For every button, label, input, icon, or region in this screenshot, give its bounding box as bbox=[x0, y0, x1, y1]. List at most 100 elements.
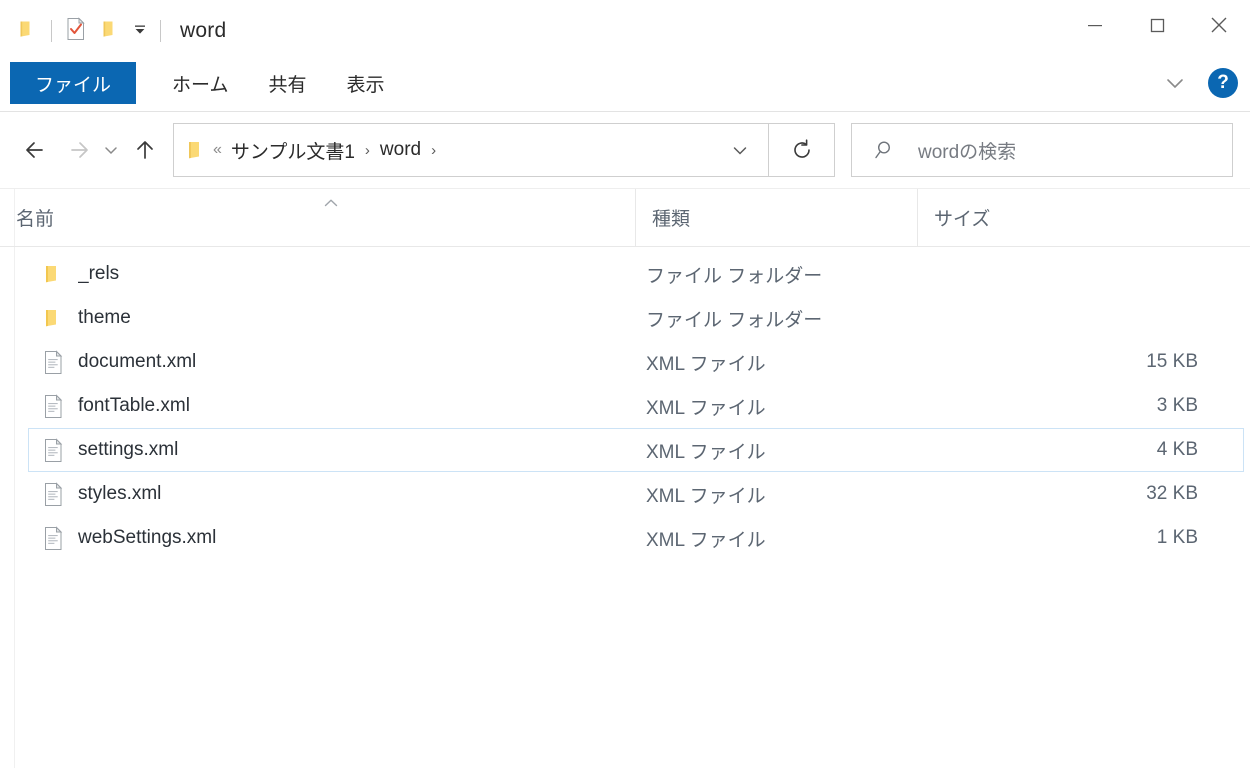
breadcrumb: « サンプル文書1 › word › bbox=[174, 137, 712, 164]
column-header-size[interactable]: サイズ bbox=[917, 188, 1250, 247]
cell-type: XML ファイル bbox=[646, 529, 766, 551]
cell-size: 15 KB bbox=[1146, 351, 1198, 372]
address-history-dropdown[interactable] bbox=[712, 124, 768, 176]
back-button[interactable] bbox=[17, 129, 57, 171]
up-button[interactable] bbox=[125, 129, 165, 171]
ribbon-tab-bar: ファイル ホーム 共有 表示 ? bbox=[0, 62, 1250, 112]
recent-locations-button[interactable] bbox=[97, 129, 125, 171]
table-row[interactable]: _rels ファイル フォルダー bbox=[28, 252, 1244, 296]
cell-type: XML ファイル bbox=[646, 353, 766, 375]
cell-name: settings.xml bbox=[29, 437, 630, 463]
forward-arrow-icon bbox=[71, 142, 88, 158]
folder-icon bbox=[41, 261, 65, 287]
file-name-label: theme bbox=[78, 307, 131, 328]
search-icon-container bbox=[852, 124, 918, 176]
cell-type: ファイル フォルダー bbox=[646, 309, 823, 331]
navigation-pane-divider[interactable] bbox=[14, 189, 15, 768]
qat-separator-2 bbox=[160, 20, 161, 42]
tab-view[interactable]: 表示 bbox=[326, 62, 404, 104]
cell-size: 4 KB bbox=[1156, 439, 1198, 460]
customize-quick-access-dropdown-icon bbox=[132, 21, 148, 42]
help-button[interactable]: ? bbox=[1208, 68, 1238, 98]
refresh-button[interactable] bbox=[769, 123, 835, 177]
search-box[interactable]: wordの検索 bbox=[851, 123, 1233, 177]
address-bar[interactable]: « サンプル文書1 › word › bbox=[173, 123, 769, 177]
file-name-label: fontTable.xml bbox=[78, 395, 190, 416]
breadcrumb-separator-1[interactable]: › bbox=[426, 142, 441, 159]
folder-icon bbox=[17, 19, 37, 44]
folder-icon bbox=[41, 305, 65, 331]
tab-home[interactable]: ホーム bbox=[152, 62, 248, 104]
maximize-icon bbox=[1150, 18, 1165, 33]
breadcrumb-separator-0[interactable]: › bbox=[360, 142, 375, 159]
breadcrumb-item-1[interactable]: word bbox=[377, 139, 424, 161]
search-icon bbox=[875, 141, 891, 159]
breadcrumb-folder-icon bbox=[185, 139, 207, 161]
cell-size: 32 KB bbox=[1146, 483, 1198, 504]
navigation-bar: « サンプル文書1 › word › wordの検索 bbox=[0, 112, 1250, 188]
cell-name: document.xml bbox=[29, 349, 630, 375]
tab-file[interactable]: ファイル bbox=[10, 62, 137, 104]
window-controls bbox=[1064, 0, 1250, 50]
tab-share[interactable]: 共有 bbox=[248, 62, 326, 104]
minimize-button[interactable] bbox=[1064, 0, 1126, 50]
quick-access-toolbar: word bbox=[0, 0, 226, 62]
up-arrow-icon bbox=[137, 141, 153, 159]
minimize-icon bbox=[1088, 25, 1102, 27]
table-row[interactable]: theme ファイル フォルダー bbox=[28, 296, 1244, 340]
qat-separator-1 bbox=[51, 20, 52, 42]
cell-name: fontTable.xml bbox=[29, 393, 630, 419]
qat-customize-dropdown[interactable] bbox=[127, 14, 153, 48]
xml-file-icon bbox=[41, 437, 65, 463]
column-header-size-label: サイズ bbox=[934, 209, 991, 230]
cell-type: XML ファイル bbox=[646, 397, 766, 419]
question-mark-icon: ? bbox=[1217, 72, 1229, 93]
cell-type: ファイル フォルダー bbox=[646, 265, 823, 287]
column-header-type-label: 種類 bbox=[652, 209, 691, 230]
breadcrumb-overflow[interactable]: « bbox=[209, 141, 226, 159]
new-folder-icon bbox=[100, 19, 120, 44]
file-name-label: styles.xml bbox=[78, 483, 162, 504]
cell-size: 1 KB bbox=[1156, 527, 1198, 548]
ribbon-tabs: ファイル ホーム 共有 表示 bbox=[0, 62, 404, 104]
properties-checkmark-icon bbox=[65, 16, 87, 46]
column-header-name[interactable]: 名前 bbox=[0, 189, 635, 247]
table-row[interactable]: styles.xml XML ファイル 32 KB bbox=[28, 472, 1244, 516]
cell-name: styles.xml bbox=[29, 481, 630, 507]
close-icon bbox=[1211, 17, 1227, 33]
chevron-down-icon bbox=[105, 147, 117, 155]
table-row[interactable]: webSettings.xml XML ファイル 1 KB bbox=[28, 516, 1244, 560]
file-name-label: _rels bbox=[78, 263, 120, 284]
ribbon-expand-button[interactable] bbox=[1158, 66, 1192, 100]
search-input[interactable]: wordの検索 bbox=[918, 137, 1016, 164]
column-header-type[interactable]: 種類 bbox=[635, 188, 917, 247]
file-list-area: 名前 種類 サイズ _rels ファイル フォルダー theme ファイル フォルダー… bbox=[0, 188, 1250, 768]
title-bar: word bbox=[0, 0, 1250, 62]
cell-name: webSettings.xml bbox=[29, 525, 630, 551]
table-row[interactable]: fontTable.xml XML ファイル 3 KB bbox=[28, 384, 1244, 428]
qat-properties-button[interactable] bbox=[59, 14, 93, 48]
xml-file-icon bbox=[41, 525, 65, 551]
file-name-label: settings.xml bbox=[78, 439, 179, 460]
sort-ascending-icon bbox=[322, 193, 340, 206]
back-arrow-icon bbox=[26, 142, 43, 158]
qat-new-folder-button[interactable] bbox=[93, 14, 127, 48]
breadcrumb-item-0[interactable]: サンプル文書1 bbox=[228, 137, 358, 164]
xml-file-icon bbox=[41, 393, 65, 419]
column-header-row: 名前 種類 サイズ bbox=[0, 188, 1250, 247]
window-title: word bbox=[180, 19, 227, 42]
chevron-down-icon bbox=[733, 147, 747, 155]
refresh-icon bbox=[793, 139, 810, 158]
ribbon-right-controls: ? bbox=[1158, 66, 1238, 100]
cell-size: 3 KB bbox=[1156, 395, 1198, 416]
cell-type: XML ファイル bbox=[646, 485, 766, 507]
close-button[interactable] bbox=[1188, 0, 1250, 50]
cell-name: theme bbox=[29, 305, 630, 331]
forward-button[interactable] bbox=[57, 129, 97, 171]
table-row[interactable]: document.xml XML ファイル 15 KB bbox=[28, 340, 1244, 384]
qat-folder-button[interactable] bbox=[10, 14, 44, 48]
maximize-button[interactable] bbox=[1126, 0, 1188, 50]
cell-name: _rels bbox=[29, 261, 630, 287]
xml-file-icon bbox=[41, 349, 65, 375]
table-row[interactable]: settings.xml XML ファイル 4 KB bbox=[28, 428, 1244, 472]
